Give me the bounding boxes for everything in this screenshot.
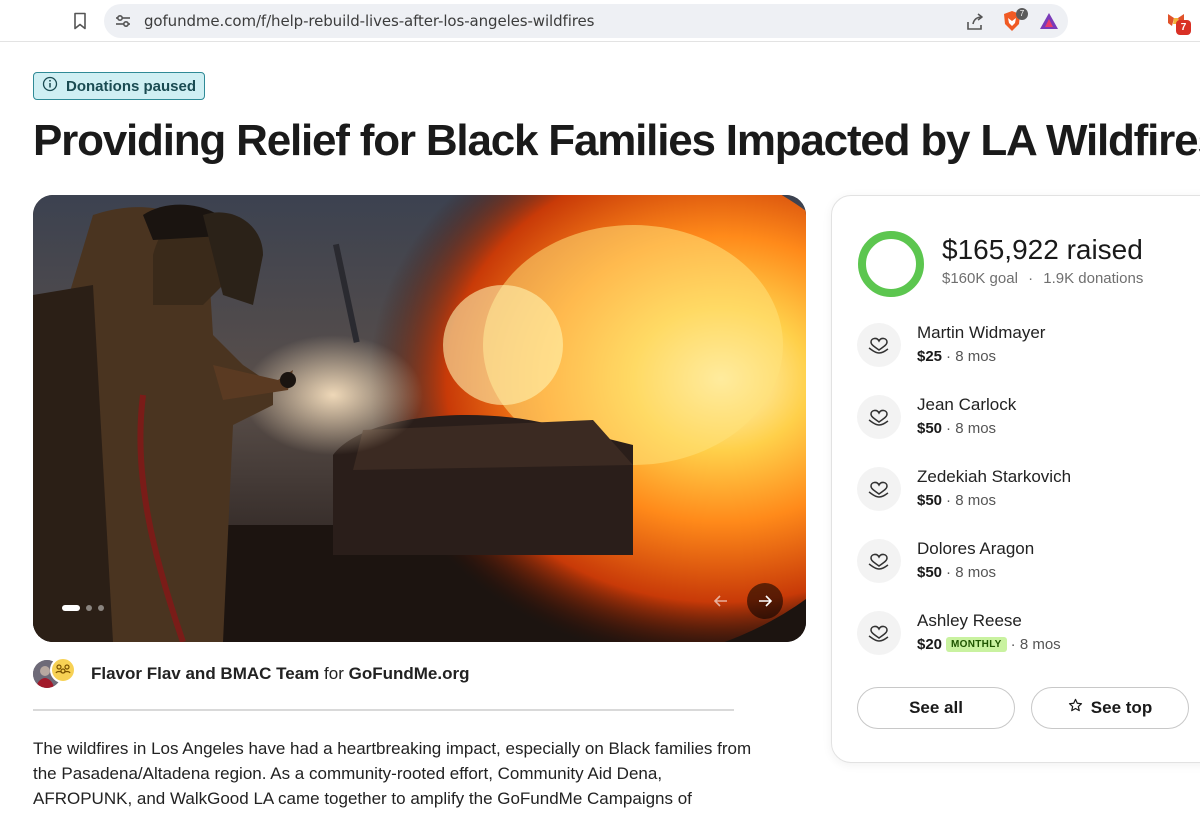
brave-rewards-icon[interactable]	[1038, 11, 1060, 33]
donor-item: Ashley Reese $20 MONTHLY · 8 mos	[857, 611, 1197, 661]
site-info-icon[interactable]	[114, 12, 132, 30]
see-all-label: See all	[909, 698, 963, 717]
separator: ·	[1028, 270, 1034, 287]
monthly-badge: MONTHLY	[946, 637, 1007, 652]
donor-item: Jean Carlock $50 · 8 mos	[857, 395, 1197, 445]
donor-time: · 8 mos	[946, 564, 997, 581]
donor-amount: $50	[917, 564, 943, 581]
donor-time: · 8 mos	[1010, 636, 1061, 653]
see-top-label: See top	[1090, 698, 1153, 717]
story-text: The wildfires in Los Angeles have had a …	[33, 739, 752, 808]
donor-amount: $50	[917, 492, 943, 509]
donor-name: Zedekiah Starkovich	[917, 467, 1072, 486]
extension-icon[interactable]: 7	[1166, 10, 1192, 36]
address-bar[interactable]: gofundme.com/f/help-rebuild-lives-after-…	[104, 4, 1068, 38]
amount-raised: $165,922 raised	[942, 234, 1143, 265]
donation-sidebar: $165,922 raised $160K goal · 1.9K donati…	[831, 195, 1200, 763]
brave-badge: 7	[1016, 8, 1028, 20]
donor-meta: $20 MONTHLY · 8 mos	[917, 636, 1061, 653]
arrow-left-icon[interactable]	[705, 585, 737, 617]
donor-time: · 8 mos	[946, 492, 997, 509]
organizer-name[interactable]: Flavor Flav and BMAC Team	[91, 664, 319, 683]
bookmark-icon[interactable]	[68, 9, 92, 33]
donor-time: · 8 mos	[946, 348, 997, 365]
donation-count: 1.9K donations	[1043, 270, 1144, 287]
heart-hand-icon	[857, 395, 901, 439]
firefighters-photo	[33, 195, 806, 642]
donor-amount: $50	[917, 420, 943, 437]
donor-item: Martin Widmayer $25 · 8 mos	[857, 323, 1197, 373]
status-badge-label: Donations paused	[66, 77, 197, 95]
donor-name: Jean Carlock	[917, 395, 1017, 414]
goal-amount: $160K goal	[942, 270, 1018, 287]
organizer-line: Flavor Flav and BMAC Team for GoFundMe.o…	[91, 664, 469, 684]
progress-ring	[858, 231, 924, 297]
heart-hand-icon	[857, 539, 901, 583]
brave-shield-icon[interactable]: 7	[1002, 8, 1028, 32]
team-icon	[50, 657, 76, 683]
donor-meta: $50 · 8 mos	[917, 420, 996, 437]
donor-name: Martin Widmayer	[917, 323, 1046, 342]
donor-name: Ashley Reese	[917, 611, 1022, 630]
donor-amount: $20	[917, 636, 943, 653]
donor-time: · 8 mos	[946, 420, 997, 437]
donor-item: Dolores Aragon $50 · 8 mos	[857, 539, 1197, 589]
carousel-dots[interactable]	[62, 605, 104, 611]
heart-hand-icon	[857, 611, 901, 655]
donor-meta: $25 · 8 mos	[917, 348, 996, 365]
share-icon[interactable]	[964, 11, 986, 33]
see-all-button[interactable]: See all	[857, 687, 1015, 729]
see-top-button[interactable]: See top	[1031, 687, 1189, 729]
heart-hand-icon	[857, 323, 901, 367]
arrow-right-icon[interactable]	[747, 583, 783, 619]
divider	[33, 709, 734, 711]
status-badge: Donations paused	[33, 72, 206, 100]
donor-item: Zedekiah Starkovich $50 · 8 mos	[857, 467, 1197, 517]
hero-image[interactable]	[33, 195, 806, 642]
organizer-connector: for	[324, 664, 344, 683]
page-title: Providing Relief for Black Families Impa…	[33, 116, 1200, 165]
extension-badge: 7	[1176, 20, 1191, 35]
carousel-dot-3[interactable]	[98, 605, 104, 611]
goal-summary: $160K goal · 1.9K donations	[942, 270, 1143, 287]
carousel-dot-1[interactable]	[62, 605, 80, 611]
donor-name: Dolores Aragon	[917, 539, 1035, 558]
donor-meta: $50 · 8 mos	[917, 564, 996, 581]
info-icon	[42, 76, 58, 97]
url-text[interactable]: gofundme.com/f/help-rebuild-lives-after-…	[144, 12, 594, 30]
donor-meta: $50 · 8 mos	[917, 492, 996, 509]
donor-amount: $25	[917, 348, 943, 365]
heart-hand-icon	[857, 467, 901, 511]
browser-toolbar: gofundme.com/f/help-rebuild-lives-after-…	[0, 0, 1200, 42]
star-icon	[1068, 698, 1083, 718]
beneficiary-name[interactable]: GoFundMe.org	[349, 664, 470, 683]
carousel-dot-2[interactable]	[86, 605, 92, 611]
